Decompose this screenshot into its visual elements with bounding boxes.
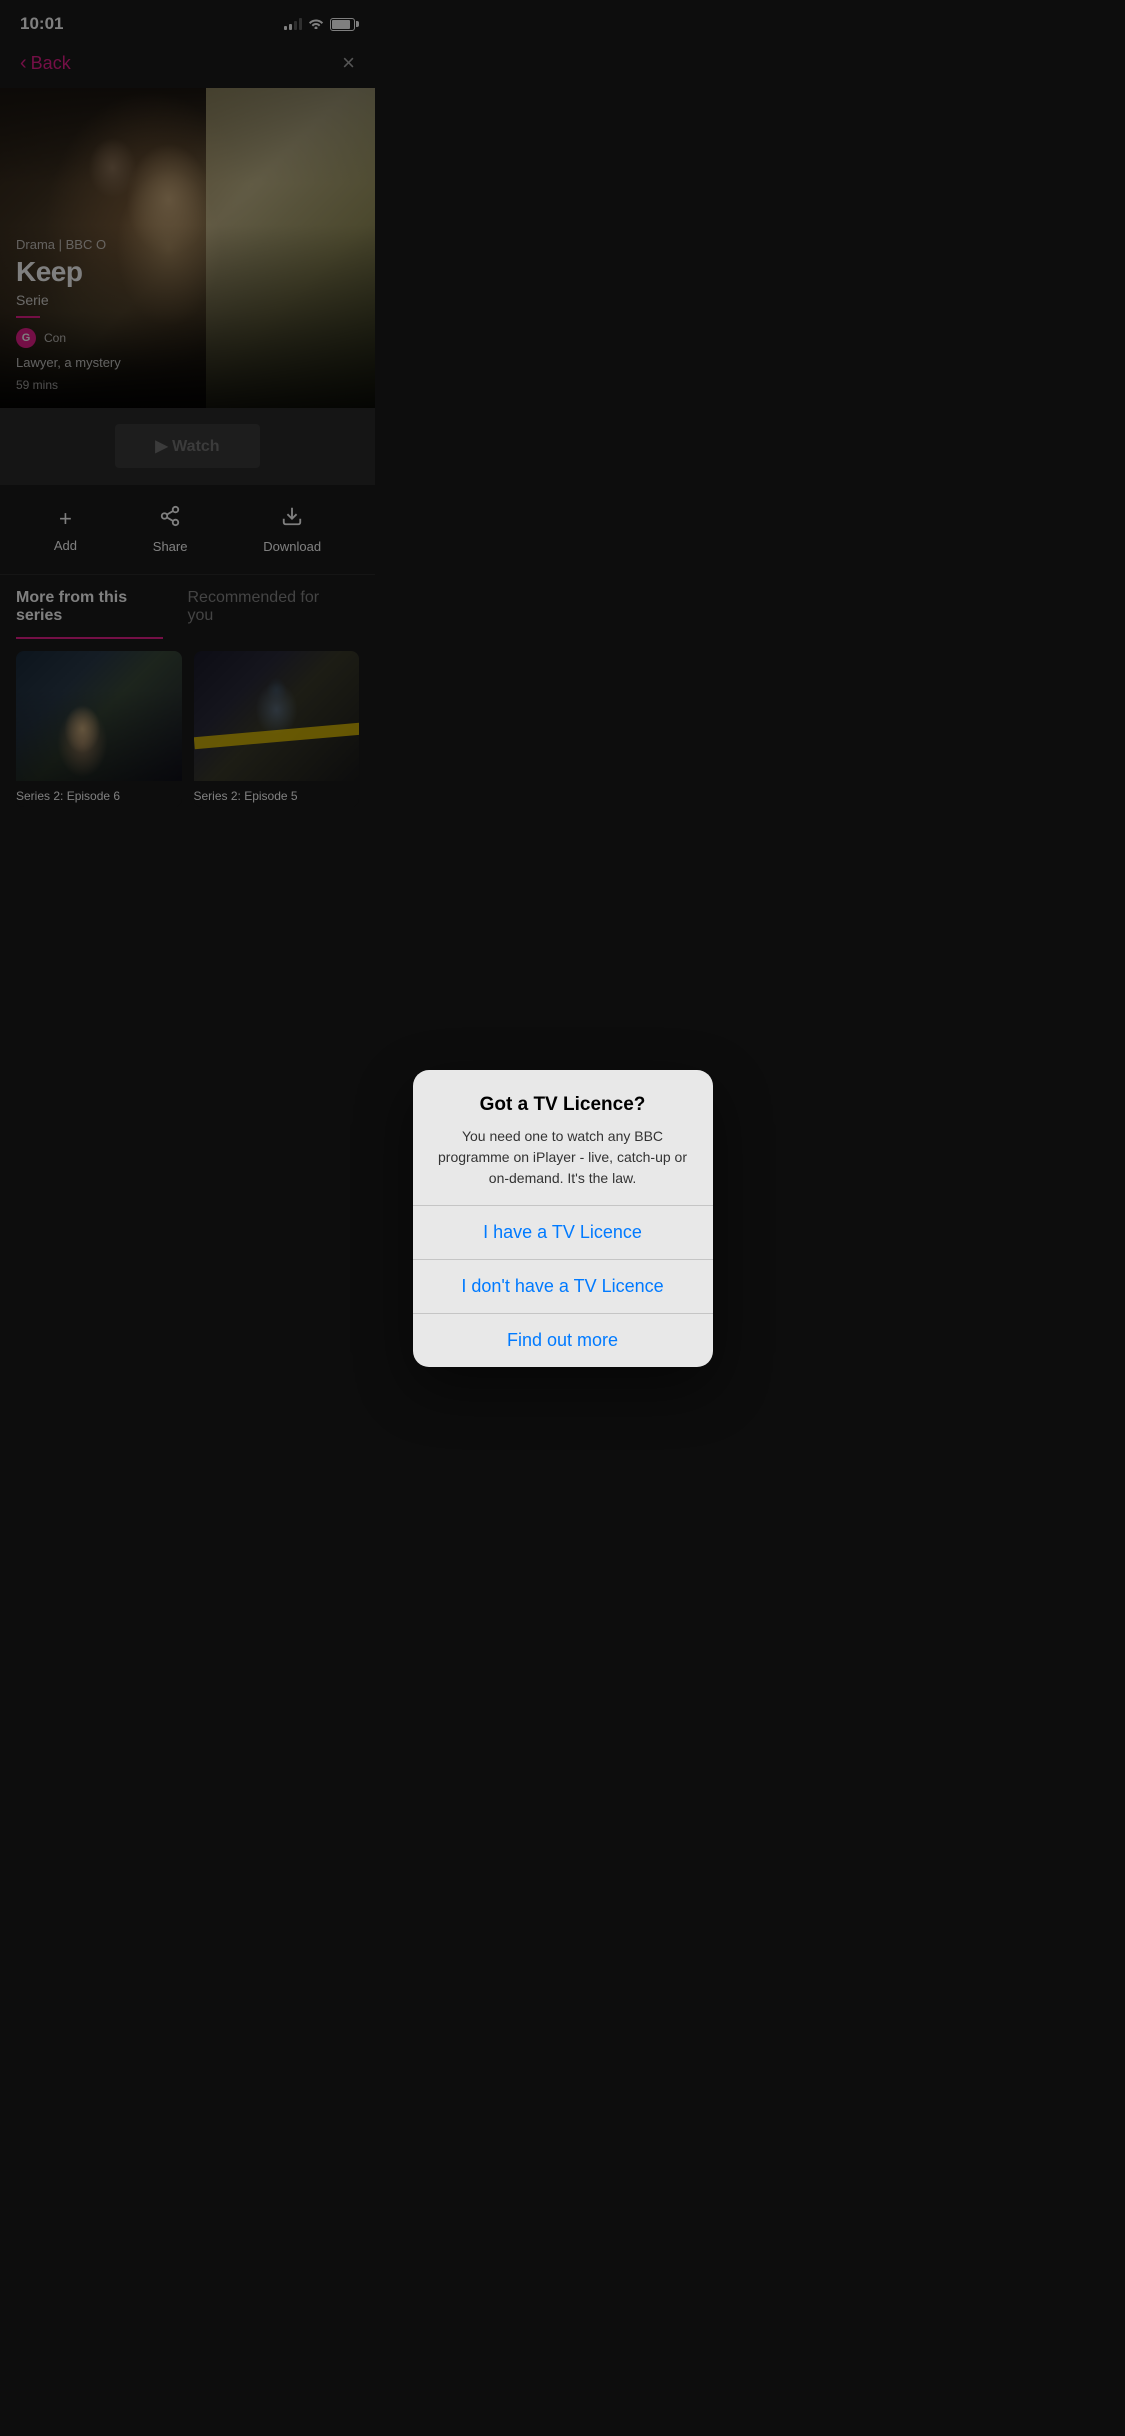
- modal-overlay: Got a TV Licence? You need one to watch …: [0, 0, 375, 812]
